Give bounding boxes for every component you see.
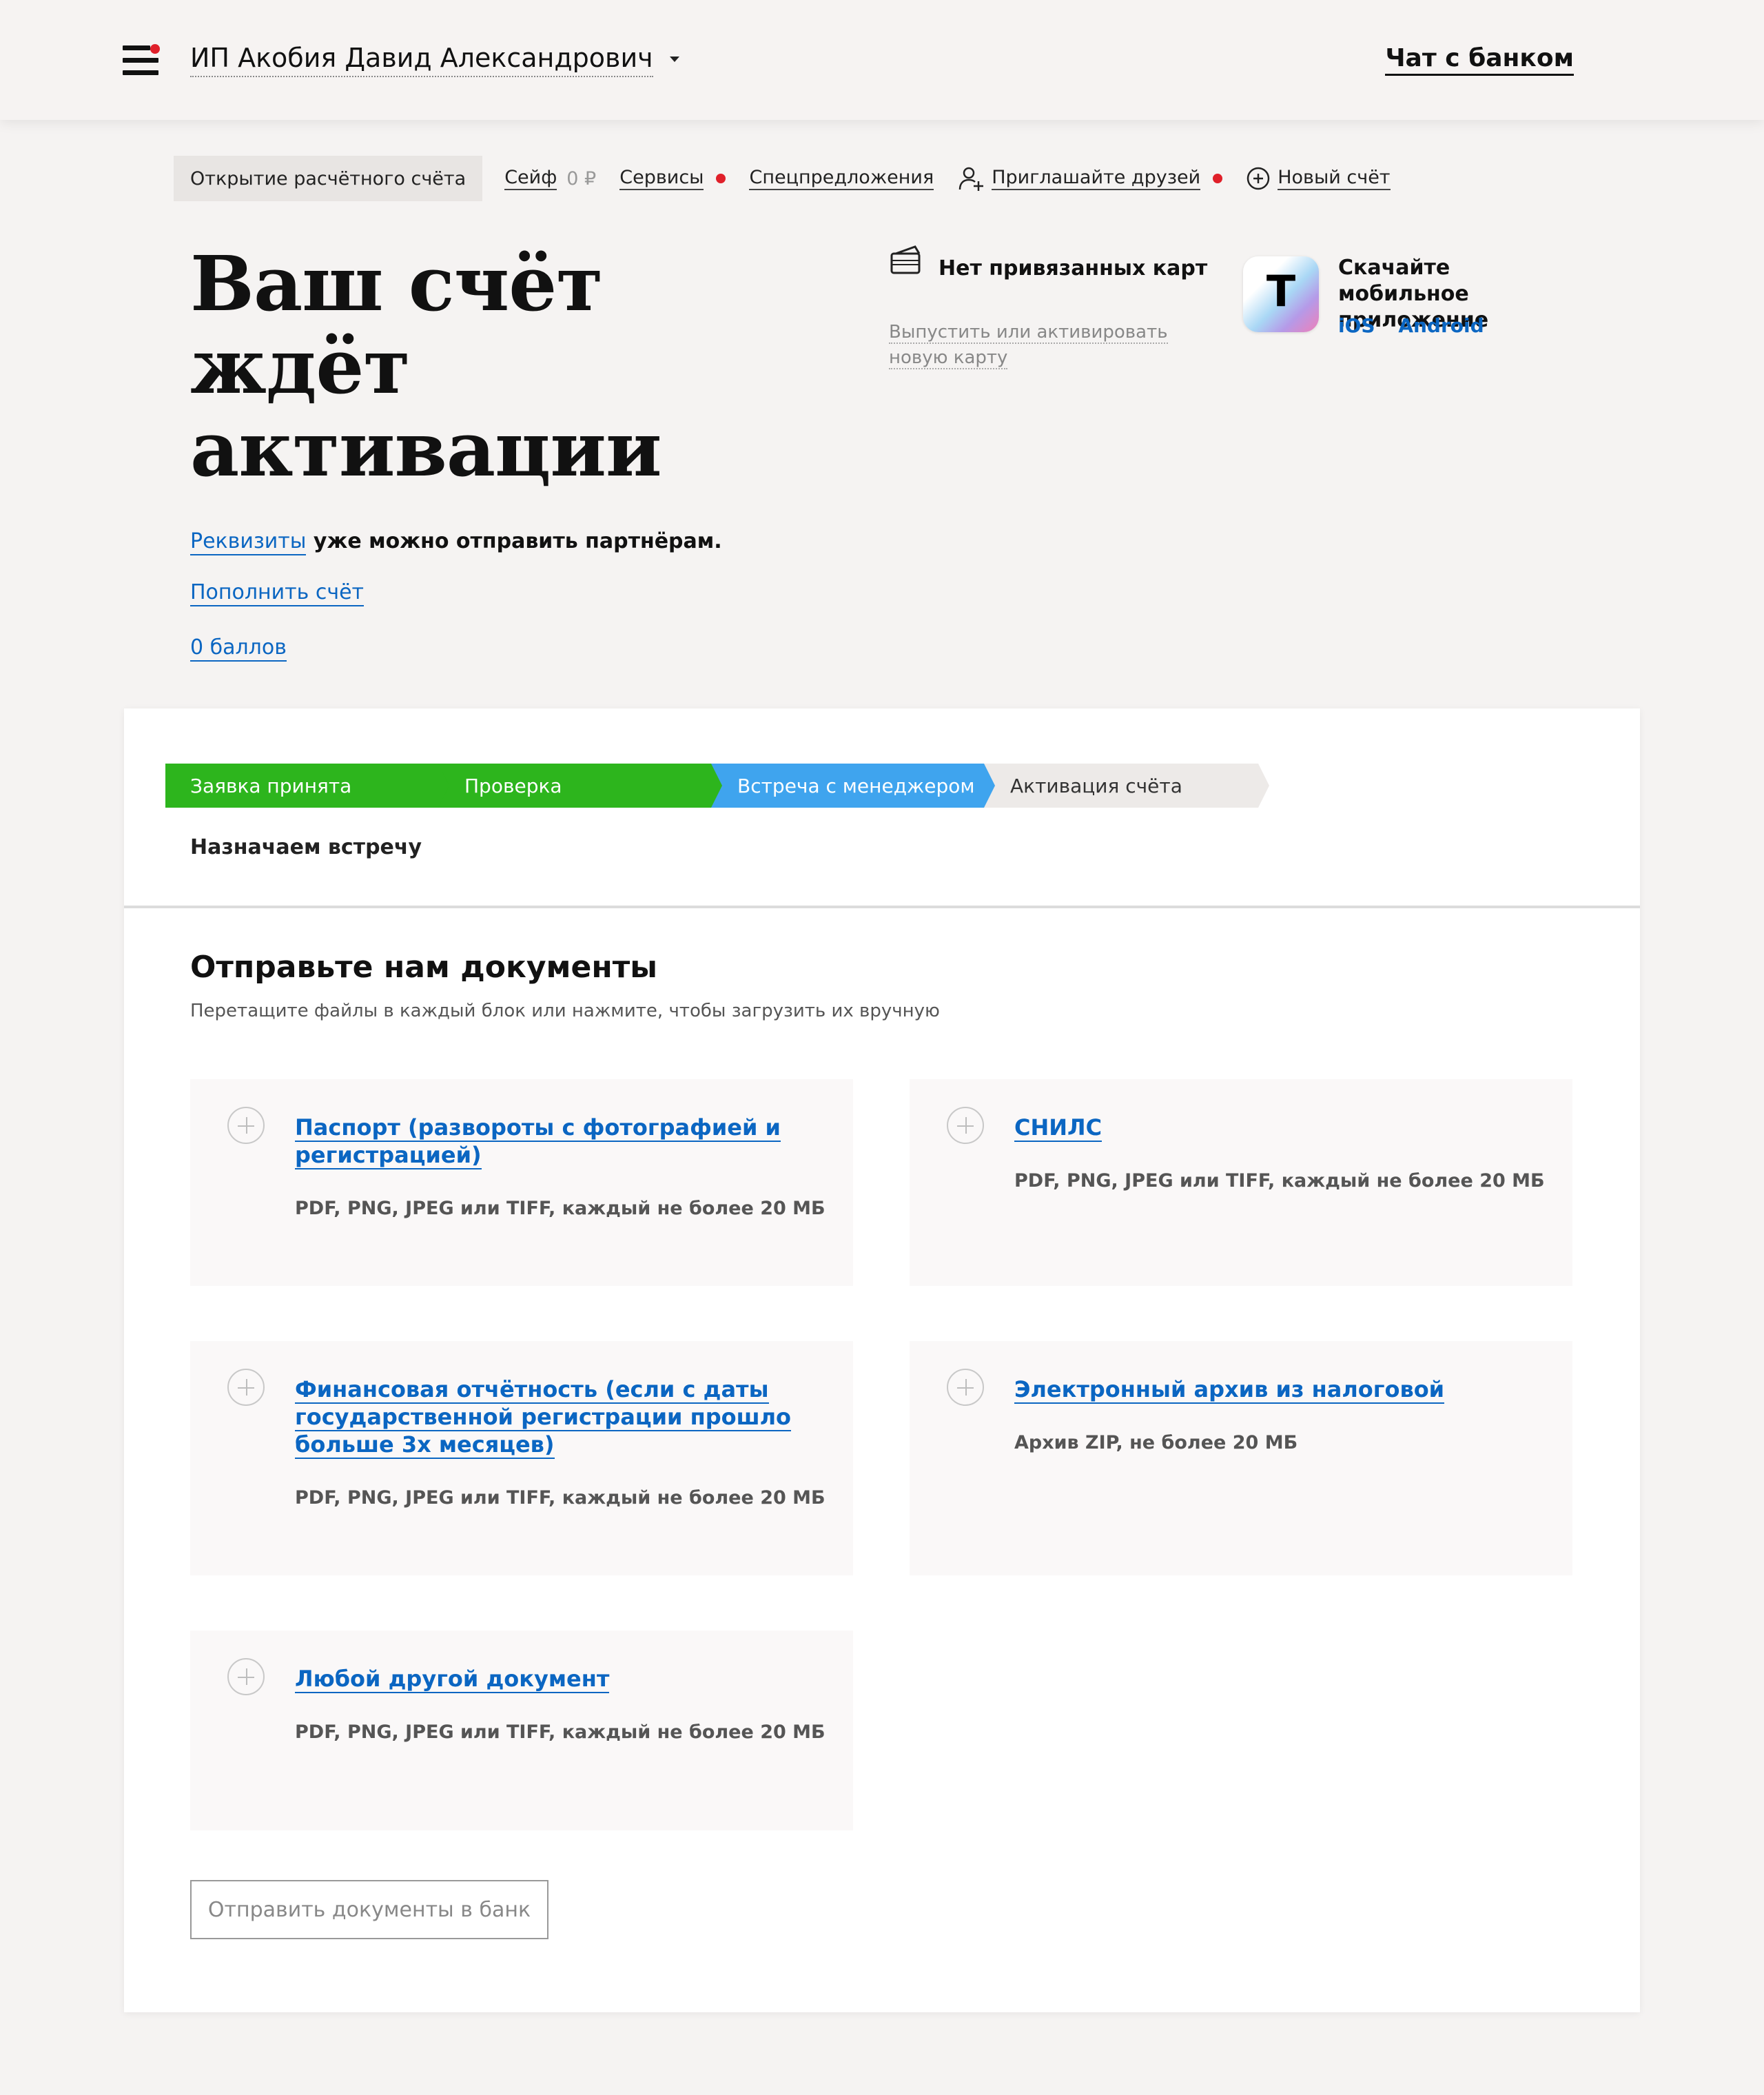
doc-title[interactable]: Финансовая отчётность (если с даты госуд… — [295, 1376, 825, 1459]
step-verification: Проверка — [438, 764, 724, 808]
doc-hint: PDF, PNG, JPEG или TIFF, каждый не более… — [295, 1487, 825, 1509]
doc-title[interactable]: СНИЛС — [1014, 1114, 1545, 1142]
topup-link[interactable]: Пополнить счёт — [190, 580, 365, 606]
tab-invite-friends[interactable]: Приглашайте друзей — [957, 165, 1223, 192]
tab-label: Сервисы — [619, 167, 704, 190]
tab-new-account[interactable]: Новый счёт — [1246, 166, 1391, 191]
add-user-icon — [958, 167, 984, 191]
notification-dot-icon — [1213, 174, 1223, 183]
doc-hint: PDF, PNG, JPEG или TIFF, каждый не более… — [295, 1198, 825, 1219]
main-nav: Открытие расчётного счёта Сейф 0 ₽ Серви… — [174, 156, 1414, 201]
notification-dot-icon — [150, 44, 160, 54]
notification-dot-icon — [716, 174, 726, 183]
plus-circle-icon — [1247, 167, 1270, 190]
details-text: уже можно отправить партнёрам. — [306, 529, 722, 553]
doc-title[interactable]: Паспорт (развороты с фотографией и регис… — [295, 1114, 825, 1169]
doc-title-text: Электронный архив из налоговой — [1014, 1376, 1445, 1404]
store-links: iOS Android — [1338, 314, 1501, 337]
chat-with-bank-link[interactable]: Чат с банком — [1385, 44, 1574, 76]
title-line: ждёт — [190, 322, 411, 411]
upload-financial-report[interactable]: Финансовая отчётность (если с даты госуд… — [190, 1341, 853, 1575]
doc-title[interactable]: Любой другой документ — [295, 1665, 825, 1693]
tab-label: Сейф — [504, 167, 557, 190]
step-manager-meeting: Встреча с менеджером — [711, 764, 996, 808]
doc-title-text: Финансовая отчётность (если с даты госуд… — [295, 1376, 791, 1459]
points-link[interactable]: 0 баллов — [190, 635, 287, 662]
details-line: Реквизиты уже можно отправить партнёрам. — [190, 529, 722, 555]
status-note: Назначаем встречу — [190, 835, 422, 859]
docs-subtitle: Перетащите файлы в каждый блок или нажми… — [190, 1001, 940, 1021]
doc-title-text: Любой другой документ — [295, 1666, 610, 1693]
step-account-activation: Активация счёта — [984, 764, 1269, 808]
app-logo-letter: Т — [1266, 266, 1296, 316]
docs-title: Отправьте нам документы — [190, 950, 658, 985]
doc-hint: PDF, PNG, JPEG или TIFF, каждый не более… — [1014, 1170, 1545, 1192]
chevron-down-icon[interactable] — [670, 57, 679, 62]
company-selector[interactable]: ИП Акобия Давид Александрович — [190, 43, 653, 77]
android-link[interactable]: Android — [1398, 314, 1484, 337]
title-line: активации — [190, 405, 662, 493]
send-documents-button[interactable]: Отправить документы в банк — [190, 1880, 548, 1939]
ios-link[interactable]: iOS — [1338, 314, 1375, 337]
progress-steps: Заявка принята Проверка Встреча с менедж… — [165, 764, 1268, 808]
doc-title-text: Паспорт (развороты с фотографией и регис… — [295, 1114, 781, 1169]
tab-account-opening[interactable]: Открытие расчётного счёта — [174, 156, 483, 201]
details-link[interactable]: Реквизиты — [190, 529, 307, 555]
plus-icon[interactable] — [947, 1369, 984, 1406]
tab-label: Открытие расчётного счёта — [190, 167, 466, 190]
issue-card-label: Выпустить или активировать новую карту — [889, 322, 1168, 369]
safe-balance: 0 ₽ — [566, 167, 597, 190]
card-icon — [890, 245, 921, 274]
plus-icon[interactable] — [227, 1369, 265, 1406]
tab-special-offers[interactable]: Спецпредложения — [749, 167, 934, 190]
doc-hint: PDF, PNG, JPEG или TIFF, каждый не более… — [295, 1721, 825, 1743]
topup-line: Пополнить счёт — [190, 580, 365, 606]
step-label: Заявка принята — [190, 774, 352, 797]
upload-tax-archive[interactable]: Электронный архив из налоговой Архив ZIP… — [910, 1341, 1572, 1575]
page-title: Ваш счёт ждёт активации — [190, 243, 662, 491]
menu-icon[interactable] — [123, 44, 160, 77]
tab-safe[interactable]: Сейф 0 ₽ — [504, 167, 596, 190]
doc-title-text: СНИЛС — [1014, 1114, 1102, 1142]
points-line: 0 баллов — [190, 635, 287, 662]
activation-panel: Заявка принята Проверка Встреча с менедж… — [124, 708, 1640, 2012]
no-cards-text: Нет привязанных карт — [939, 256, 1208, 280]
doc-hint: Архив ZIP, не более 20 МБ — [1014, 1432, 1298, 1453]
step-label: Встреча с менеджером — [737, 774, 975, 797]
doc-title[interactable]: Электронный архив из налоговой — [1014, 1376, 1545, 1404]
step-label: Проверка — [464, 774, 562, 797]
upload-snils[interactable]: СНИЛС PDF, PNG, JPEG или TIFF, каждый не… — [910, 1079, 1572, 1286]
divider — [124, 906, 1640, 908]
step-label: Активация счёта — [1010, 774, 1182, 797]
step-application-accepted: Заявка принята — [165, 764, 451, 808]
app-logo: Т — [1243, 256, 1319, 332]
tab-label: Новый счёт — [1278, 167, 1391, 190]
issue-card-link[interactable]: Выпустить или активировать новую карту — [889, 320, 1185, 371]
upload-other-document[interactable]: Любой другой документ PDF, PNG, JPEG или… — [190, 1631, 853, 1830]
plus-icon[interactable] — [227, 1658, 265, 1695]
title-line: Ваш счёт — [190, 239, 603, 328]
top-header: ИП Акобия Давид Александрович Чат с банк… — [0, 0, 1764, 120]
tab-label: Спецпредложения — [749, 167, 934, 190]
tab-label: Приглашайте друзей — [992, 167, 1201, 190]
tab-services[interactable]: Сервисы — [619, 167, 726, 190]
plus-icon[interactable] — [947, 1107, 984, 1144]
upload-passport[interactable]: Паспорт (развороты с фотографией и регис… — [190, 1079, 853, 1286]
plus-icon[interactable] — [227, 1107, 265, 1144]
